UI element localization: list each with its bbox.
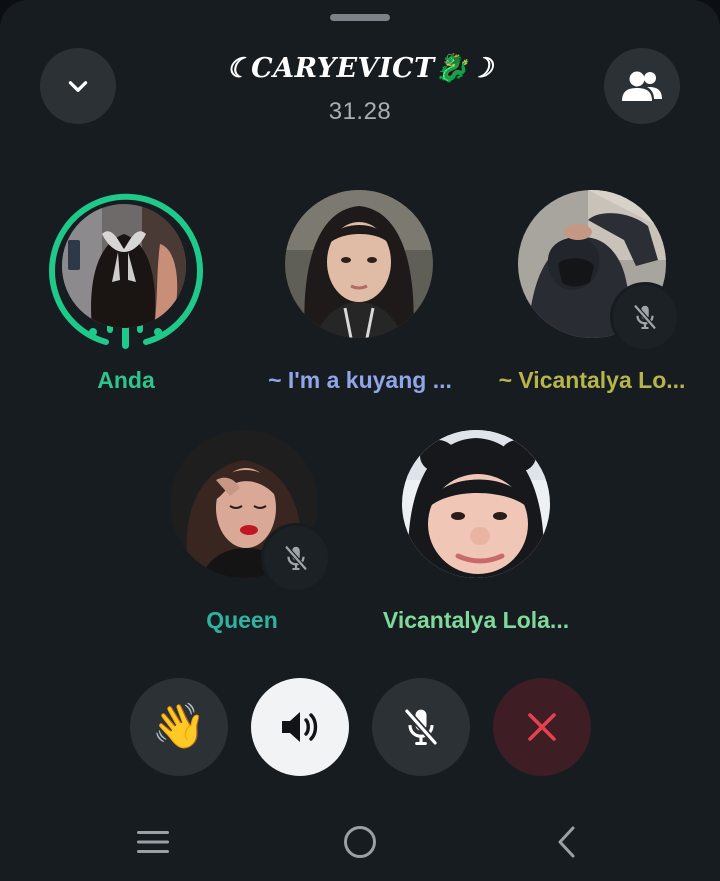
participant-avatar [62, 204, 186, 328]
voice-chat-sheet: ☾CARYEVICT🐉☽ 31.28 Anda ~ I'm a kuyang .… [0, 0, 720, 881]
participant-avatar [285, 190, 433, 338]
speaker-icon [282, 712, 318, 742]
chevron-down-icon [68, 81, 88, 92]
system-nav-bar [0, 800, 720, 881]
waving-hand-icon: 👋 [151, 702, 207, 751]
recent-apps-button[interactable] [113, 814, 193, 870]
back-icon [558, 826, 575, 858]
raise-hand-button[interactable]: 👋 [130, 678, 228, 776]
leave-call-button[interactable] [493, 678, 591, 776]
home-button[interactable] [320, 814, 400, 870]
back-button[interactable] [527, 814, 607, 870]
group-icon [622, 71, 662, 101]
participant-name: ~ I'm a kuyang ... [268, 367, 452, 393]
close-icon [528, 713, 556, 741]
participants-button[interactable] [604, 48, 680, 124]
mic-toggle-button[interactable] [372, 678, 470, 776]
mic-off-icon [404, 708, 438, 746]
participant-name: Vicantalya Lola... [382, 607, 570, 633]
menu-icon [137, 831, 169, 853]
minimize-button[interactable] [40, 48, 116, 124]
home-icon [344, 826, 376, 858]
call-timer: 31.28 [328, 98, 392, 125]
participant-name: Queen [206, 607, 278, 633]
mic-off-icon [633, 304, 657, 330]
speaker-button[interactable] [251, 678, 349, 776]
chat-title: ☾CARYEVICT🐉☽ [226, 53, 494, 84]
participant-name: ~ Vicantalya Lo... [498, 367, 686, 393]
drag-handle[interactable] [330, 14, 390, 21]
mic-off-icon [284, 545, 308, 571]
mute-badge [610, 282, 680, 352]
participant-name: Anda [97, 367, 155, 393]
mute-badge [261, 523, 331, 593]
participant-avatar [402, 430, 550, 578]
